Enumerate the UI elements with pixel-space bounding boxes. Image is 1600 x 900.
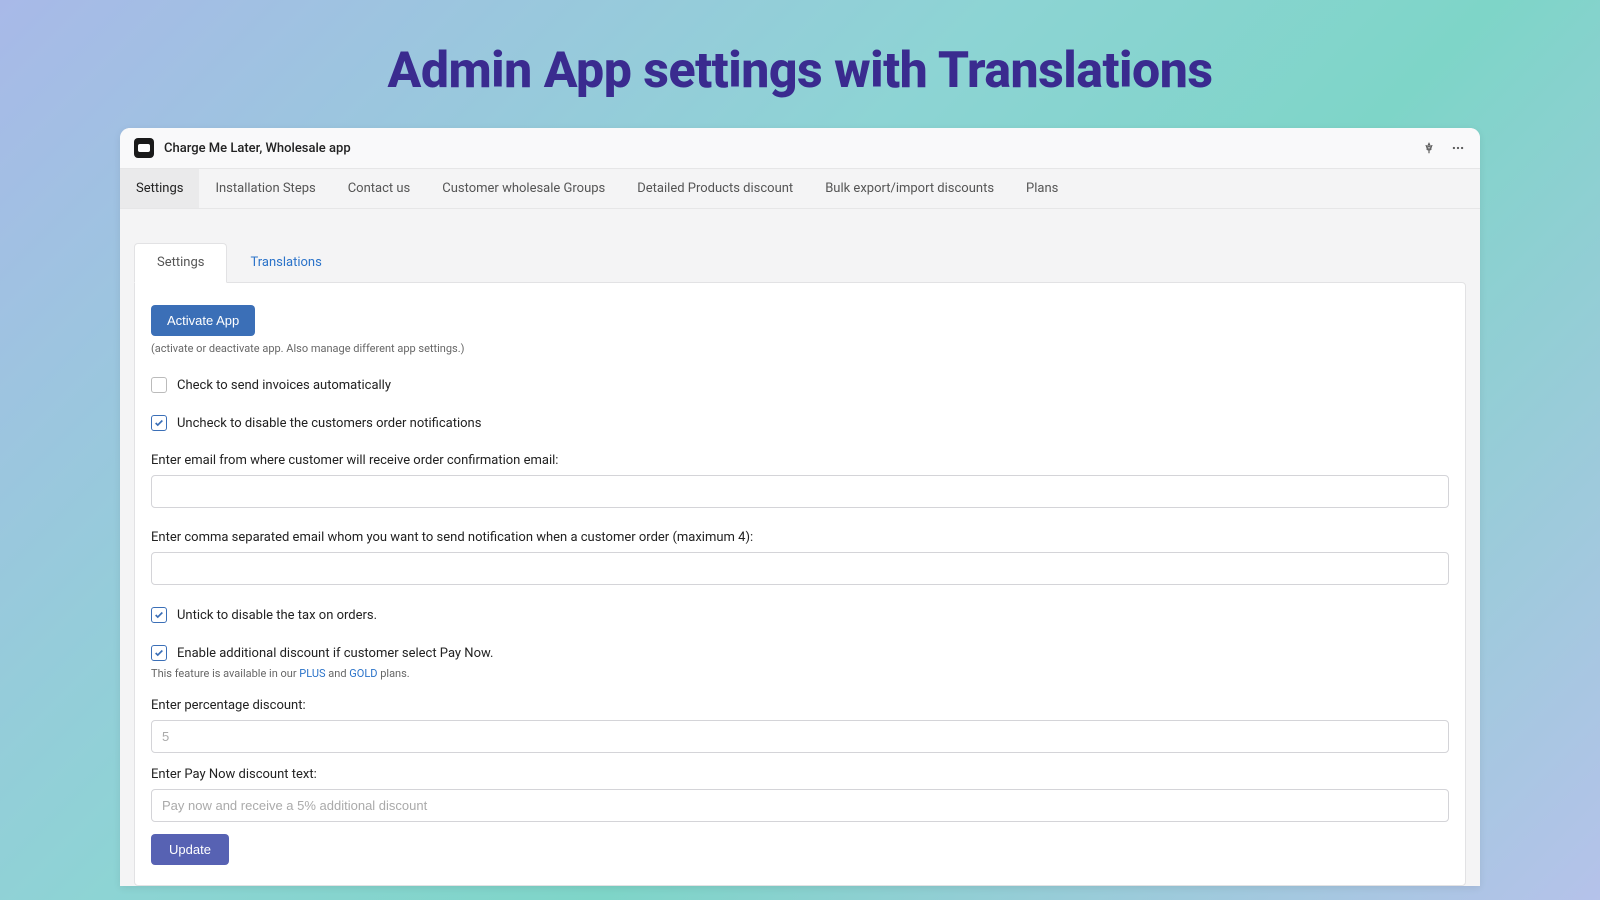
feature-note-pre: This feature is available in our (151, 667, 299, 680)
inner-tabs: Settings Translations (134, 243, 1466, 282)
more-icon[interactable] (1450, 141, 1466, 155)
main-tabs: Settings Installation Steps Contact us C… (120, 169, 1480, 209)
email-from-label: Enter email from where customer will rec… (151, 453, 1449, 468)
content-area: Settings Translations Activate App (acti… (120, 209, 1480, 886)
titlebar: Charge Me Later, Wholesale app (120, 128, 1480, 169)
checkbox-send-invoices-label: Check to send invoices automatically (177, 378, 391, 393)
app-name: Charge Me Later, Wholesale app (164, 141, 1422, 156)
tab-installation-steps[interactable]: Installation Steps (199, 169, 331, 208)
pin-icon[interactable] (1422, 141, 1436, 155)
gold-plan-link[interactable]: GOLD (349, 667, 377, 680)
update-button[interactable]: Update (151, 834, 229, 865)
tab-customer-wholesale-groups[interactable]: Customer wholesale Groups (426, 169, 621, 208)
inner-tab-translations[interactable]: Translations (227, 243, 344, 282)
paynow-text-input[interactable] (151, 789, 1449, 822)
tab-plans[interactable]: Plans (1010, 169, 1074, 208)
app-icon (134, 138, 154, 158)
checkbox-send-invoices[interactable] (151, 377, 167, 393)
percentage-discount-input[interactable] (151, 720, 1449, 753)
activate-hint: (activate or deactivate app. Also manage… (151, 342, 1449, 355)
feature-note-and: and (326, 667, 350, 680)
checkbox-paynow-discount-label: Enable additional discount if customer s… (177, 646, 493, 661)
email-from-input[interactable] (151, 475, 1449, 508)
inner-tab-settings[interactable]: Settings (134, 243, 227, 283)
settings-panel: Activate App (activate or deactivate app… (134, 282, 1466, 886)
feature-note-post: plans. (377, 667, 409, 680)
checkbox-tax-label: Untick to disable the tax on orders. (177, 608, 377, 623)
checkbox-paynow-discount[interactable] (151, 645, 167, 661)
tab-settings[interactable]: Settings (120, 169, 199, 208)
percentage-discount-label: Enter percentage discount: (151, 698, 1449, 713)
checkbox-order-notifications-label: Uncheck to disable the customers order n… (177, 416, 481, 431)
notify-emails-input[interactable] (151, 552, 1449, 585)
plus-plan-link[interactable]: PLUS (299, 667, 325, 680)
app-window: Charge Me Later, Wholesale app Settings … (120, 128, 1480, 886)
tab-detailed-products-discount[interactable]: Detailed Products discount (621, 169, 809, 208)
paynow-text-label: Enter Pay Now discount text: (151, 767, 1449, 782)
checkbox-tax[interactable] (151, 607, 167, 623)
checkbox-order-notifications[interactable] (151, 415, 167, 431)
feature-note: This feature is available in our PLUS an… (151, 667, 1449, 680)
tab-bulk-export-import[interactable]: Bulk export/import discounts (809, 169, 1010, 208)
activate-app-button[interactable]: Activate App (151, 305, 255, 336)
notify-emails-label: Enter comma separated email whom you wan… (151, 530, 1449, 545)
page-heading: Admin App settings with Translations (0, 0, 1600, 128)
tab-contact-us[interactable]: Contact us (332, 169, 427, 208)
